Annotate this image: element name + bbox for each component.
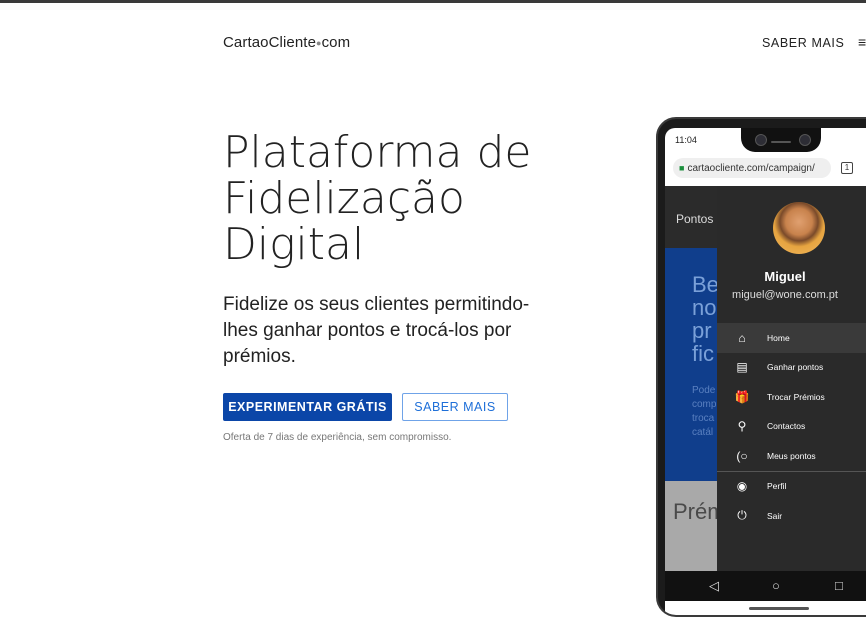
menu-item-meus-pontos[interactable]: (○ Meus pontos (717, 441, 866, 471)
try-free-button[interactable]: EXPERIMENTAR GRÁTIS (223, 393, 392, 421)
tab-count[interactable]: 1 (841, 162, 853, 174)
app-header-title: Pontos (676, 212, 714, 226)
menu-item-label: Sair (767, 510, 783, 521)
home-icon: ⌂ (738, 330, 746, 345)
trial-note: Oferta de 7 dias de experiência, sem com… (223, 432, 452, 443)
nav-drawer: Miguel miguel@wone.com.pt ⌂ Home ▤ Ganha… (717, 186, 866, 571)
user-email: miguel@wone.com.pt (732, 289, 838, 301)
speaker-icon (771, 141, 791, 143)
menu-item-perfil[interactable]: ◉ Perfil (717, 472, 866, 502)
hero-subtitle: Fidelize os seus clientes permitindo-lhe… (223, 294, 530, 367)
home-nav-icon[interactable]: ○ (772, 578, 780, 593)
lock-icon: ■ (679, 163, 685, 173)
menu-item-label: Meus pontos (767, 450, 816, 461)
phone-mockup: 11:04 ▾◢ ■cartaocliente.com/campaign/ 1 … (656, 117, 866, 617)
learn-more-button[interactable]: SABER MAIS (402, 393, 508, 421)
menu-item-label: Contactos (767, 421, 806, 432)
android-nav-bar: ◁ ○ □ (665, 571, 866, 601)
location-pin-icon: ⚲ (737, 419, 747, 434)
hero-title: Plataforma de Fidelização Digital (223, 130, 643, 268)
gift-icon: 🎁 (734, 389, 750, 404)
menu-item-label: Trocar Prémios (767, 391, 825, 402)
menu-item-contactos[interactable]: ⚲ Contactos (717, 412, 866, 442)
menu-item-ganhar-pontos[interactable]: ▤ Ganhar pontos (717, 353, 866, 383)
menu-item-trocar-premios[interactable]: 🎁 Trocar Prémios (717, 382, 866, 412)
phone-screen: 11:04 ▾◢ ■cartaocliente.com/campaign/ 1 … (665, 128, 866, 615)
url-bar[interactable]: ■ cartaocliente.com/campaign/ (673, 158, 831, 178)
camera-icon (755, 134, 767, 146)
hero-title-line: Digital (223, 219, 365, 270)
menu-item-sair[interactable]: ⏻ Sair (717, 501, 866, 531)
gift-card-icon: ▤ (736, 360, 748, 375)
menu-item-home[interactable]: ⌂ Home (717, 323, 866, 353)
points-icon: (○ (736, 448, 748, 463)
logo-tail: com (321, 34, 351, 51)
drawer-menu: ⌂ Home ▤ Ganhar pontos 🎁 Trocar Prémios … (717, 323, 866, 531)
menu-icon[interactable]: ≡ (858, 34, 866, 50)
logo-main: CartaoCliente (223, 34, 317, 51)
recents-icon[interactable]: □ (835, 578, 843, 593)
power-icon: ⏻ (737, 508, 747, 523)
hero-title-line: Fidelização (223, 173, 465, 224)
top-border (0, 0, 866, 3)
menu-item-label: Home (767, 332, 790, 343)
account-icon: ◉ (736, 479, 748, 494)
camera-icon (799, 134, 811, 146)
nav-saber-mais[interactable]: SABER MAIS (762, 36, 844, 50)
user-name: Miguel (764, 269, 806, 284)
phone-notch (741, 128, 821, 152)
site-logo[interactable]: CartaoCliente●com (223, 34, 350, 51)
menu-item-label: Perfil (767, 481, 787, 492)
menu-item-label: Ganhar pontos (767, 362, 824, 373)
status-time: 11:04 (675, 135, 697, 145)
avatar[interactable] (773, 202, 825, 254)
url-text: cartaocliente.com/campaign/ (687, 163, 815, 174)
hero-title-line: Plataforma de (223, 127, 532, 178)
back-icon[interactable]: ◁ (709, 578, 719, 594)
